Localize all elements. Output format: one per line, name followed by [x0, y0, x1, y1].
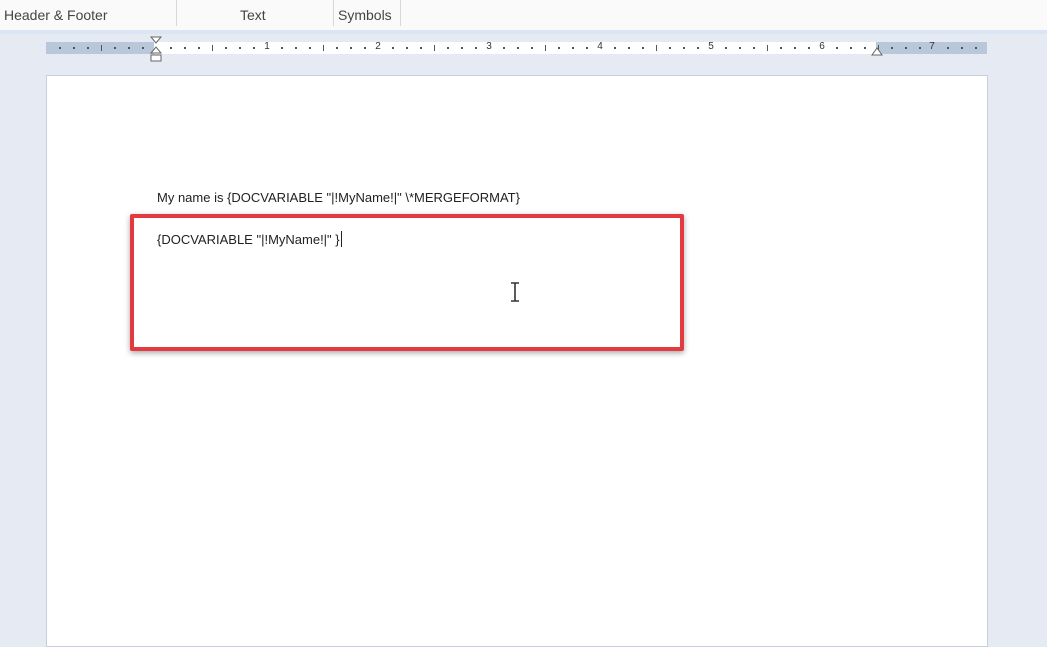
ruler-tick: [794, 47, 796, 49]
ruler-tick: [517, 47, 519, 49]
ruler-tick: [836, 47, 838, 49]
ribbon-separator: [176, 0, 177, 26]
ruler-tick: [628, 47, 630, 49]
ruler-tick: [697, 47, 699, 49]
ruler-half-tick: [434, 45, 435, 51]
ruler-tick: [808, 47, 810, 49]
ruler-tick: [239, 47, 241, 49]
ruler-tick: [725, 47, 727, 49]
ruler-half-tick: [656, 45, 657, 51]
ruler-tick: [975, 47, 977, 49]
ruler-tick: [947, 47, 949, 49]
ruler-number: 4: [597, 41, 603, 52]
ruler-number: 3: [486, 41, 492, 52]
ruler-tick: [142, 47, 144, 49]
document-line-1[interactable]: My name is {DOCVARIABLE "|!MyName!|" \*M…: [157, 190, 520, 205]
ruler-half-tick: [212, 45, 213, 51]
ruler-tick: [253, 47, 255, 49]
ruler-tick: [669, 47, 671, 49]
ruler-tick: [364, 47, 366, 49]
document-page[interactable]: My name is {DOCVARIABLE "|!MyName!|" \*M…: [46, 75, 988, 647]
ruler-tick: [503, 47, 505, 49]
ruler-tick: [87, 47, 89, 49]
ruler-tick: [475, 47, 477, 49]
ruler-number: 5: [708, 41, 714, 52]
ruler-tick: [336, 47, 338, 49]
ruler-tick: [170, 47, 172, 49]
ruler-tick: [531, 47, 533, 49]
ruler-tick: [447, 47, 449, 49]
i-beam-cursor-icon: [511, 282, 519, 302]
ruler-number: 7: [929, 41, 935, 52]
ruler-tick: [73, 47, 75, 49]
ruler-tick: [198, 47, 200, 49]
ruler-tick: [739, 47, 741, 49]
ruler-tick: [850, 47, 852, 49]
ruler-half-tick: [767, 45, 768, 51]
ruler-tick: [461, 47, 463, 49]
ruler-tick: [905, 47, 907, 49]
ribbon-group-text[interactable]: Text: [240, 0, 266, 30]
ruler-tick: [864, 47, 866, 49]
ruler-tick: [406, 47, 408, 49]
ruler-half-tick: [545, 45, 546, 51]
ruler-tick: [642, 47, 644, 49]
ruler-tick: [59, 47, 61, 49]
ruler-tick: [753, 47, 755, 49]
ruler-tick: [919, 47, 921, 49]
ruler-tick: [281, 47, 283, 49]
ruler-tick: [128, 47, 130, 49]
ruler-tick: [225, 47, 227, 49]
ruler-tick: [683, 47, 685, 49]
ruler-tick: [780, 47, 782, 49]
ruler-tick: [572, 47, 574, 49]
ruler-half-tick: [323, 45, 324, 51]
ruler-tick: [614, 47, 616, 49]
ruler-tick: [586, 47, 588, 49]
ruler-half-tick: [101, 45, 102, 51]
ribbon-bottom-edge: [0, 30, 1047, 34]
ruler-tick: [295, 47, 297, 49]
red-highlight-box: [130, 214, 684, 351]
ruler-number: 1: [264, 41, 270, 52]
ruler-tick: [392, 47, 394, 49]
ruler-tick: [309, 47, 311, 49]
horizontal-ruler[interactable]: 1 2 3 4 5 6 7: [46, 41, 987, 54]
ribbon-separator: [333, 0, 334, 26]
ribbon-separator: [400, 0, 401, 26]
ruler-tick: [350, 47, 352, 49]
ribbon-group-symbols[interactable]: Symbols: [338, 0, 392, 30]
ruler-tick: [184, 47, 186, 49]
ribbon-group-bar: Header & Footer Text Symbols: [0, 0, 1047, 31]
ruler-tick: [114, 47, 116, 49]
ruler-tick: [891, 47, 893, 49]
ruler-number: 2: [375, 41, 381, 52]
right-indent-marker-icon[interactable]: [870, 44, 884, 56]
ruler-tick: [420, 47, 422, 49]
ruler-left-margin: [46, 42, 154, 54]
indent-marker-icon[interactable]: [149, 36, 163, 64]
ruler-tick: [961, 47, 963, 49]
ruler-number: 6: [819, 41, 825, 52]
ruler-tick: [558, 47, 560, 49]
ribbon-group-header-footer[interactable]: Header & Footer: [4, 0, 108, 30]
